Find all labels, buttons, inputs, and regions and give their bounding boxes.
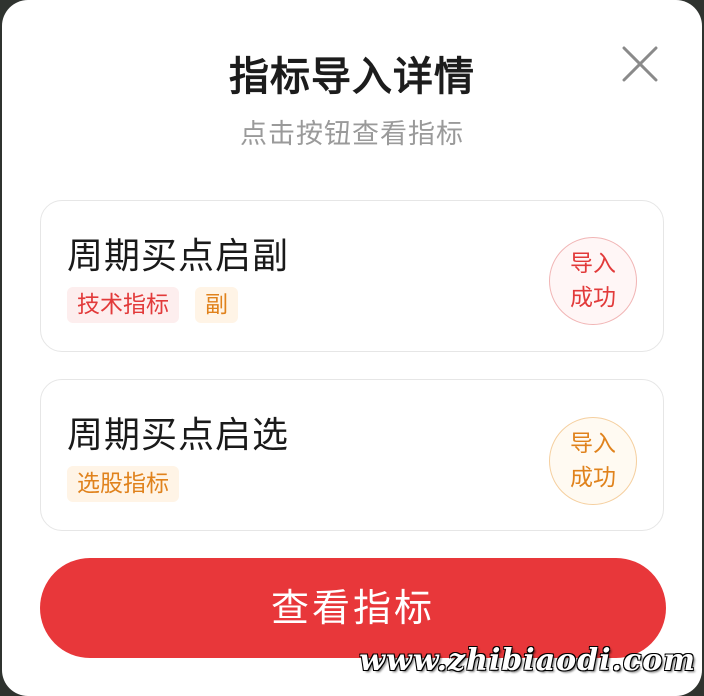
badge-line-2: 成功 <box>570 465 616 491</box>
indicator-card[interactable]: 周期买点启副 技术指标 副 导入 成功 <box>40 200 664 352</box>
tag-technical-indicator: 技术指标 <box>67 287 179 323</box>
import-success-badge: 导入 成功 <box>549 417 637 505</box>
indicator-name: 周期买点启副 <box>67 236 290 277</box>
close-icon <box>622 46 658 82</box>
badge-line-1: 导入 <box>570 251 616 277</box>
import-success-badge: 导入 成功 <box>549 237 637 325</box>
import-details-dialog: 指标导入详情 点击按钮查看指标 周期买点启副 技术指标 副 导入 成功 周期买点… <box>2 0 702 696</box>
indicator-tags: 选股指标 <box>67 466 179 502</box>
indicator-tags: 技术指标 副 <box>67 287 238 323</box>
dialog-title: 指标导入详情 <box>229 54 475 100</box>
close-button[interactable] <box>616 40 664 88</box>
dialog-subtitle: 点击按钮查看指标 <box>240 119 464 150</box>
badge-line-2: 成功 <box>570 285 616 311</box>
badge-line-1: 导入 <box>570 431 616 457</box>
indicator-card[interactable]: 周期买点启选 选股指标 导入 成功 <box>40 379 664 531</box>
indicator-name: 周期买点启选 <box>67 415 290 456</box>
tag-stock-selection-indicator: 选股指标 <box>67 466 179 502</box>
tag-sub: 副 <box>195 287 238 323</box>
watermark: www.zhibiaodi.com <box>359 643 696 678</box>
